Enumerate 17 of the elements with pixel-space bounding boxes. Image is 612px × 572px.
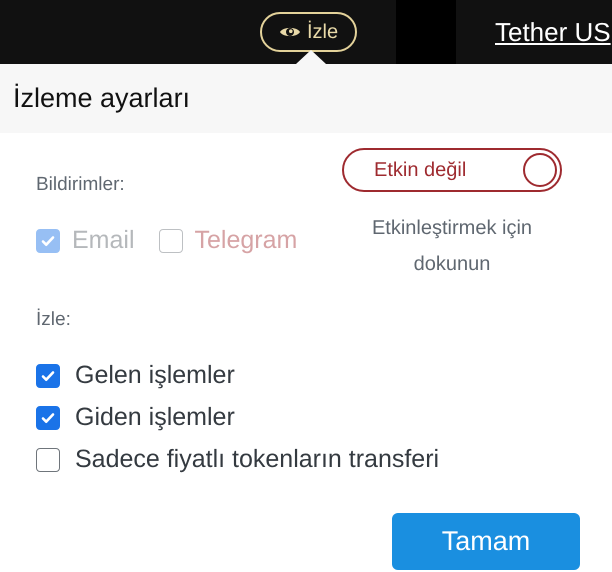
- checkbox-label: Gelen işlemler: [75, 360, 235, 391]
- top-bar-panel: [396, 0, 456, 64]
- checkbox[interactable]: [36, 448, 60, 472]
- watch-button[interactable]: İzle: [260, 12, 357, 52]
- token-link[interactable]: Tether US: [495, 12, 611, 52]
- checkbox-label: Giden işlemler: [75, 402, 235, 433]
- checkbox[interactable]: [36, 406, 60, 430]
- eye-icon: [278, 25, 301, 39]
- checkbox-label: Email: [72, 224, 135, 256]
- checkbox[interactable]: [36, 364, 60, 388]
- popover-title: İzleme ayarları: [0, 64, 612, 133]
- checkbox-label: Telegram: [194, 224, 298, 256]
- section-label: İzle:: [36, 308, 72, 332]
- section-label: Bildirimler:: [36, 173, 126, 197]
- checkbox-label: Sadece fiyatlı tokenların transferi: [75, 444, 440, 475]
- toggle-switch[interactable]: Etkin değil: [342, 148, 562, 192]
- hint-text: Etkinleştirmek için dokunun: [370, 216, 534, 277]
